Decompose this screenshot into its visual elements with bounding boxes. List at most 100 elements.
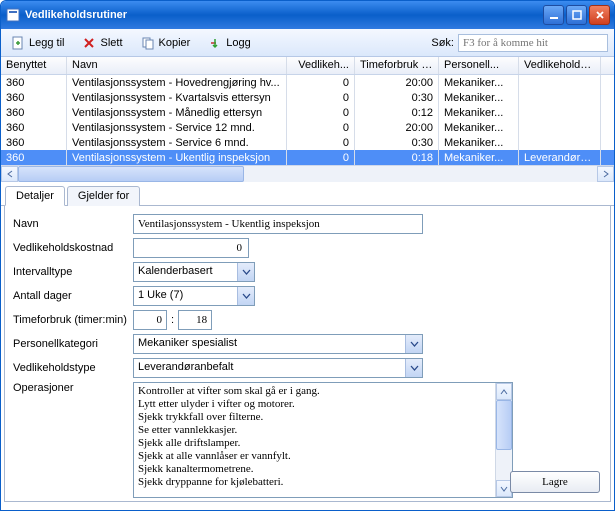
cell: Ventilasjonssystem - Ukentlig inspeksjon [67,150,287,165]
save-button[interactable]: Lagre [510,471,600,493]
table-row[interactable]: 360Ventilasjonssystem - Hovedrengjøring … [1,75,614,90]
cell: 0:18 [355,150,439,165]
col-header-timeforbruk[interactable]: Timeforbruk (... [355,57,439,74]
scroll-thumb[interactable] [18,166,244,182]
label-timeforbruk: Timeforbruk (timer:min) [13,314,133,326]
label-intervalltype: Intervalltype [13,266,133,278]
combo-type[interactable]: Leverandøranbefalt [133,358,423,378]
close-button[interactable] [589,5,610,25]
col-header-type[interactable]: Vedlikeholdstype [519,57,601,74]
cell: Mekaniker... [439,120,519,135]
search-box: Søk: [431,34,608,52]
combo-personell[interactable]: Mekaniker spesialist [133,334,423,354]
input-kostnad[interactable] [133,238,249,258]
toolbar: Legg til Slett Kopier Logg Søk: [1,29,614,57]
cell: 20:00 [355,120,439,135]
table-row[interactable]: 360Ventilasjonssystem - Månedlig ettersy… [1,105,614,120]
operation-line: Kontroller at vifter som skal gå er i ga… [138,385,508,398]
page-add-icon [11,36,25,50]
label-type: Vedlikeholdstype [13,362,133,374]
cell [519,75,601,90]
operation-line: Sjekk kanaltermometrene. [138,463,508,476]
time-colon: : [167,314,178,326]
input-hours[interactable] [133,310,167,330]
cell: 0 [287,135,355,150]
cell: 0 [287,90,355,105]
window-title: Vedlikeholdsrutiner [25,9,541,21]
scroll-up-icon[interactable] [496,383,512,400]
cell: Mekaniker... [439,90,519,105]
col-header-navn[interactable]: Navn [67,57,287,74]
combo-dager-value: 1 Uke (7) [134,287,237,305]
minimize-button[interactable] [543,5,564,25]
cell: 360 [1,135,67,150]
grid-horizontal-scrollbar[interactable] [1,165,614,182]
table-row[interactable]: 360Ventilasjonssystem - Kvartalsvis ette… [1,90,614,105]
scroll-right-icon[interactable] [597,166,614,182]
col-header-vedlikeh[interactable]: Vedlikeh... [287,57,355,74]
copy-icon [141,36,155,50]
scroll-thumb[interactable] [496,400,512,450]
cell: Mekaniker... [439,105,519,120]
window-titlebar: Vedlikeholdsrutiner [1,1,614,29]
delete-button[interactable]: Slett [78,34,126,52]
operation-line: Sjekk dryppanne for kjølebatteri. [138,476,508,489]
search-input[interactable] [458,34,608,52]
label-operasjoner: Operasjoner [13,382,133,394]
delete-x-icon [82,36,96,50]
log-label: Logg [226,37,250,49]
operation-line: Sjekk alle driftslamper. [138,437,508,450]
cell [519,90,601,105]
chevron-down-icon[interactable] [405,335,422,353]
cell: 360 [1,120,67,135]
label-personell: Personellkategori [13,338,133,350]
textarea-operasjoner[interactable]: Kontroller at vifter som skal gå er i ga… [133,382,513,498]
cell: 0 [287,105,355,120]
cell: 360 [1,150,67,165]
input-minutes[interactable] [178,310,212,330]
cell [519,135,601,150]
table-row[interactable]: 360Ventilasjonssystem - Ukentlig inspeks… [1,150,614,165]
cell: 20:00 [355,75,439,90]
tab-detaljer[interactable]: Detaljer [5,186,65,206]
scroll-left-icon[interactable] [1,166,18,182]
tab-gjelder-for[interactable]: Gjelder for [67,186,140,206]
col-header-benyttet[interactable]: Benyttet [1,57,67,74]
cell: Mekaniker... [439,150,519,165]
input-navn[interactable] [133,214,423,234]
cell: Leverandøranbe [519,150,601,165]
cell: 360 [1,90,67,105]
operation-line: Sjekk trykkfall over filterne. [138,411,508,424]
log-button[interactable]: Logg [204,34,254,52]
cell: Ventilasjonssystem - Hovedrengjøring hv.… [67,75,287,90]
maximize-button[interactable] [566,5,587,25]
add-button[interactable]: Legg til [7,34,68,52]
cell: 0 [287,150,355,165]
operation-line: Lytt etter ulyder i vifter og motorer. [138,398,508,411]
cell: Ventilasjonssystem - Månedlig ettersyn [67,105,287,120]
operation-line: Sjekk at alle vannlåser er vannfylt. [138,450,508,463]
cell [519,105,601,120]
cell: 360 [1,105,67,120]
cell: Ventilasjonssystem - Service 6 mnd. [67,135,287,150]
copy-button[interactable]: Kopier [137,34,195,52]
routines-grid: Benyttet Navn Vedlikeh... Timeforbruk (.… [1,57,614,182]
chevron-down-icon[interactable] [405,359,422,377]
combo-intervalltype-value: Kalenderbasert [134,263,237,281]
col-header-personell[interactable]: Personell... [439,57,519,74]
chevron-down-icon[interactable] [237,287,254,305]
tabstrip: Detaljer Gjelder for [1,186,614,206]
chevron-down-icon[interactable] [237,263,254,281]
cell: Ventilasjonssystem - Kvartalsvis ettersy… [67,90,287,105]
table-row[interactable]: 360Ventilasjonssystem - Service 6 mnd.00… [1,135,614,150]
cell: 0 [287,75,355,90]
table-row[interactable]: 360Ventilasjonssystem - Service 12 mnd.0… [1,120,614,135]
combo-dager[interactable]: 1 Uke (7) [133,286,255,306]
cell: Ventilasjonssystem - Service 12 mnd. [67,120,287,135]
combo-type-value: Leverandøranbefalt [134,359,405,377]
delete-label: Slett [100,37,122,49]
cell: 0:12 [355,105,439,120]
cell: 0 [287,120,355,135]
combo-intervalltype[interactable]: Kalenderbasert [133,262,255,282]
cell [519,120,601,135]
